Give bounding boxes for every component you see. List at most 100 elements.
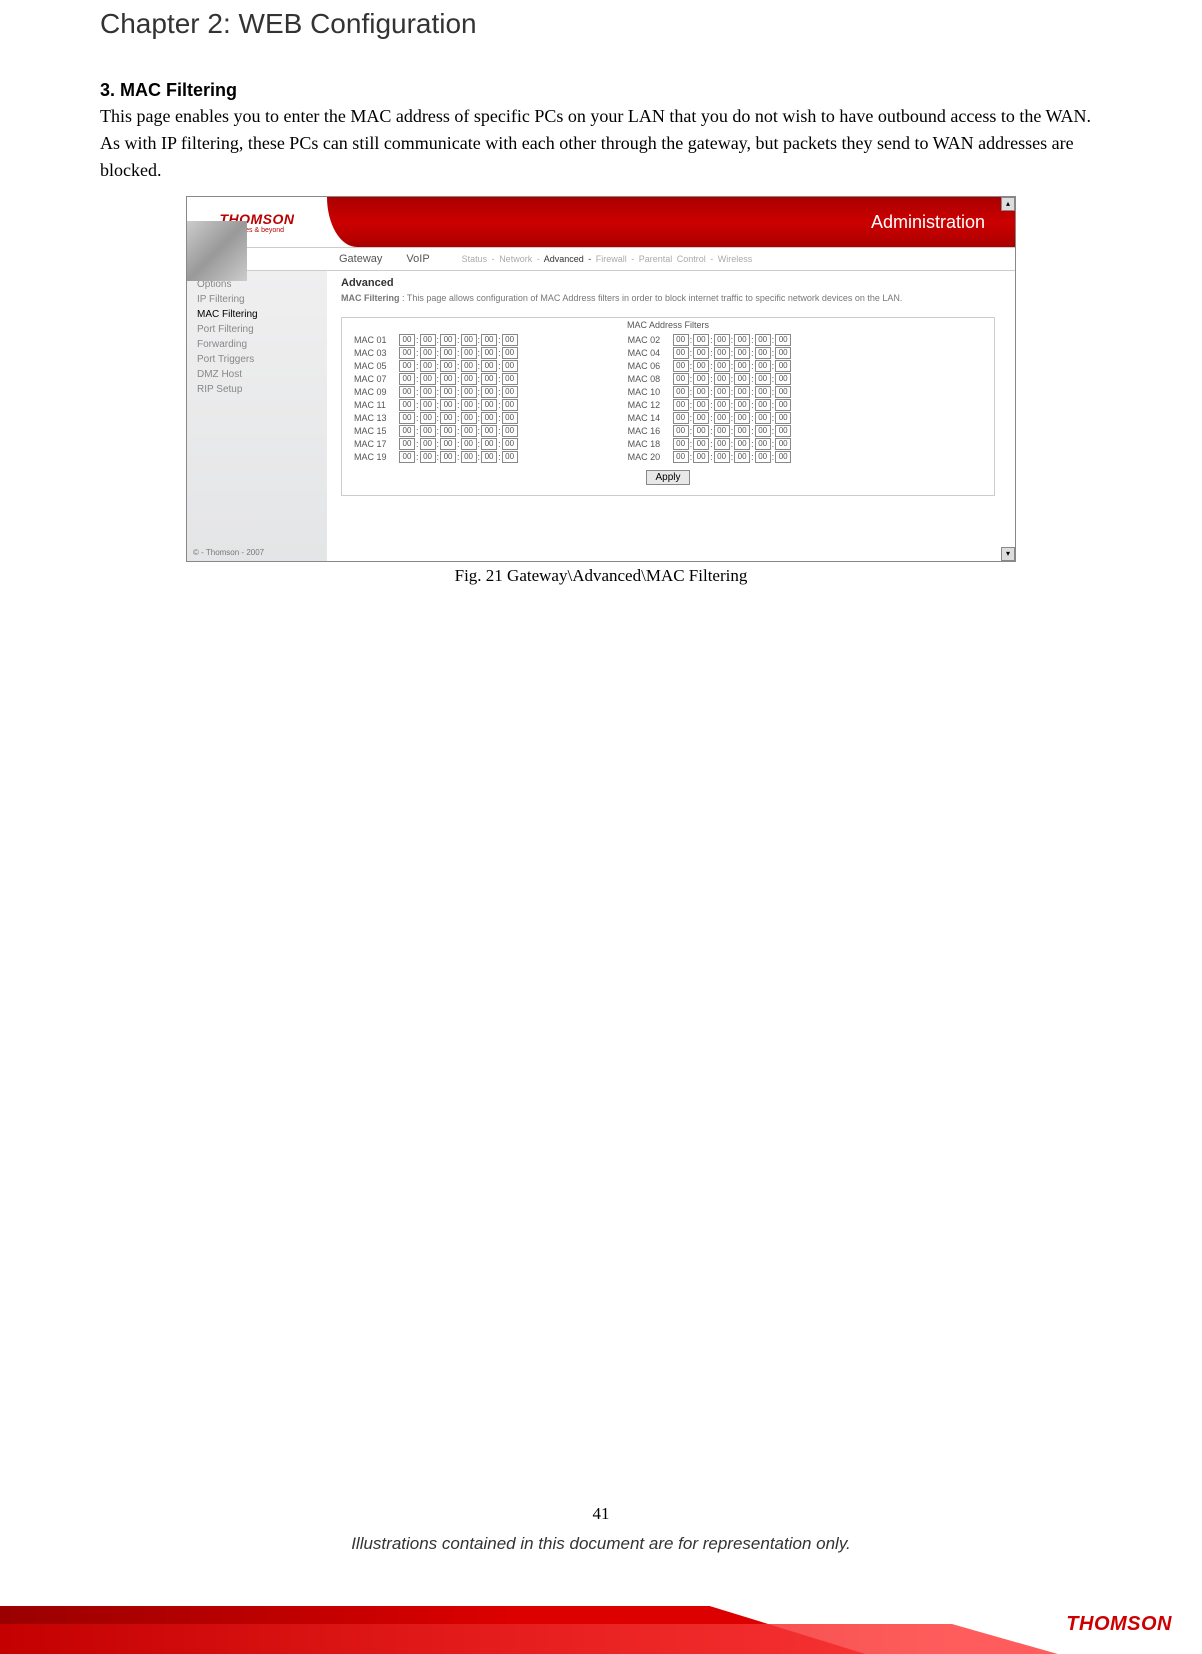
mac-octet-input[interactable]: 00: [775, 412, 791, 424]
mac-octet-input[interactable]: 00: [775, 334, 791, 346]
mac-octet-input[interactable]: 00: [734, 399, 750, 411]
mac-octet-input[interactable]: 00: [502, 386, 518, 398]
mac-octet-input[interactable]: 00: [714, 334, 730, 346]
mac-octet-input[interactable]: 00: [775, 347, 791, 359]
mac-octet-input[interactable]: 00: [481, 438, 497, 450]
subnav-item[interactable]: Wireless: [718, 254, 753, 264]
mac-octet-input[interactable]: 00: [399, 347, 415, 359]
mac-octet-input[interactable]: 00: [420, 386, 436, 398]
mac-octet-input[interactable]: 00: [714, 438, 730, 450]
sidebar-item-port-triggers[interactable]: Port Triggers: [187, 352, 327, 367]
mac-octet-input[interactable]: 00: [734, 360, 750, 372]
mac-octet-input[interactable]: 00: [755, 334, 771, 346]
mac-octet-input[interactable]: 00: [734, 425, 750, 437]
mac-octet-input[interactable]: 00: [673, 451, 689, 463]
mac-octet-input[interactable]: 00: [481, 347, 497, 359]
mac-octet-input[interactable]: 00: [775, 386, 791, 398]
mac-octet-input[interactable]: 00: [420, 438, 436, 450]
mac-octet-input[interactable]: 00: [775, 399, 791, 411]
mac-octet-input[interactable]: 00: [673, 425, 689, 437]
mac-octet-input[interactable]: 00: [755, 412, 771, 424]
mac-octet-input[interactable]: 00: [734, 438, 750, 450]
mac-octet-input[interactable]: 00: [440, 425, 456, 437]
mac-octet-input[interactable]: 00: [399, 360, 415, 372]
mac-octet-input[interactable]: 00: [693, 386, 709, 398]
mac-octet-input[interactable]: 00: [734, 334, 750, 346]
mac-octet-input[interactable]: 00: [420, 334, 436, 346]
subnav-item[interactable]: Firewall -: [596, 254, 639, 264]
mac-octet-input[interactable]: 00: [502, 399, 518, 411]
sidebar-item-rip-setup[interactable]: RIP Setup: [187, 382, 327, 397]
mac-octet-input[interactable]: 00: [502, 347, 518, 359]
mac-octet-input[interactable]: 00: [399, 399, 415, 411]
mac-octet-input[interactable]: 00: [755, 425, 771, 437]
mac-octet-input[interactable]: 00: [440, 334, 456, 346]
apply-button[interactable]: Apply: [646, 470, 689, 485]
mac-octet-input[interactable]: 00: [693, 412, 709, 424]
mac-octet-input[interactable]: 00: [399, 438, 415, 450]
mac-octet-input[interactable]: 00: [420, 399, 436, 411]
subnav-item[interactable]: Status -: [462, 254, 500, 264]
mac-octet-input[interactable]: 00: [481, 360, 497, 372]
mac-octet-input[interactable]: 00: [399, 386, 415, 398]
mac-octet-input[interactable]: 00: [481, 334, 497, 346]
mac-octet-input[interactable]: 00: [693, 334, 709, 346]
mac-octet-input[interactable]: 00: [461, 451, 477, 463]
mac-octet-input[interactable]: 00: [481, 412, 497, 424]
mac-octet-input[interactable]: 00: [755, 399, 771, 411]
mac-octet-input[interactable]: 00: [714, 373, 730, 385]
mac-octet-input[interactable]: 00: [461, 386, 477, 398]
mac-octet-input[interactable]: 00: [420, 451, 436, 463]
mac-octet-input[interactable]: 00: [714, 360, 730, 372]
mac-octet-input[interactable]: 00: [734, 347, 750, 359]
mac-octet-input[interactable]: 00: [755, 451, 771, 463]
mac-octet-input[interactable]: 00: [734, 386, 750, 398]
mac-octet-input[interactable]: 00: [755, 438, 771, 450]
sidebar-item-ip-filtering[interactable]: IP Filtering: [187, 292, 327, 307]
mac-octet-input[interactable]: 00: [399, 334, 415, 346]
mac-octet-input[interactable]: 00: [673, 386, 689, 398]
mac-octet-input[interactable]: 00: [693, 399, 709, 411]
mac-octet-input[interactable]: 00: [399, 373, 415, 385]
mac-octet-input[interactable]: 00: [775, 360, 791, 372]
sidebar-item-mac-filtering[interactable]: MAC Filtering: [187, 307, 327, 322]
mac-octet-input[interactable]: 00: [714, 451, 730, 463]
subnav-item[interactable]: Advanced -: [544, 254, 596, 264]
mac-octet-input[interactable]: 00: [502, 334, 518, 346]
mac-octet-input[interactable]: 00: [693, 373, 709, 385]
mac-octet-input[interactable]: 00: [775, 425, 791, 437]
mac-octet-input[interactable]: 00: [755, 360, 771, 372]
mac-octet-input[interactable]: 00: [673, 438, 689, 450]
mac-octet-input[interactable]: 00: [502, 360, 518, 372]
mac-octet-input[interactable]: 00: [673, 399, 689, 411]
mac-octet-input[interactable]: 00: [775, 451, 791, 463]
subnav-item[interactable]: Network -: [499, 254, 544, 264]
mac-octet-input[interactable]: 00: [440, 386, 456, 398]
mac-octet-input[interactable]: 00: [502, 438, 518, 450]
mac-octet-input[interactable]: 00: [399, 451, 415, 463]
mac-octet-input[interactable]: 00: [693, 347, 709, 359]
mac-octet-input[interactable]: 00: [440, 399, 456, 411]
mac-octet-input[interactable]: 00: [673, 360, 689, 372]
mac-octet-input[interactable]: 00: [693, 360, 709, 372]
mac-octet-input[interactable]: 00: [481, 451, 497, 463]
scroll-down-icon[interactable]: ▾: [1001, 547, 1015, 561]
tab-voip[interactable]: VoIP: [394, 253, 441, 265]
scroll-up-icon[interactable]: ▴: [1001, 197, 1015, 211]
mac-octet-input[interactable]: 00: [440, 412, 456, 424]
mac-octet-input[interactable]: 00: [673, 334, 689, 346]
tab-gateway[interactable]: Gateway: [327, 253, 394, 265]
mac-octet-input[interactable]: 00: [399, 425, 415, 437]
sidebar-item-dmz-host[interactable]: DMZ Host: [187, 367, 327, 382]
mac-octet-input[interactable]: 00: [734, 451, 750, 463]
mac-octet-input[interactable]: 00: [502, 451, 518, 463]
mac-octet-input[interactable]: 00: [420, 373, 436, 385]
mac-octet-input[interactable]: 00: [693, 451, 709, 463]
mac-octet-input[interactable]: 00: [502, 412, 518, 424]
mac-octet-input[interactable]: 00: [775, 438, 791, 450]
sidebar-item-forwarding[interactable]: Forwarding: [187, 337, 327, 352]
mac-octet-input[interactable]: 00: [461, 373, 477, 385]
mac-octet-input[interactable]: 00: [399, 412, 415, 424]
mac-octet-input[interactable]: 00: [755, 373, 771, 385]
mac-octet-input[interactable]: 00: [714, 425, 730, 437]
